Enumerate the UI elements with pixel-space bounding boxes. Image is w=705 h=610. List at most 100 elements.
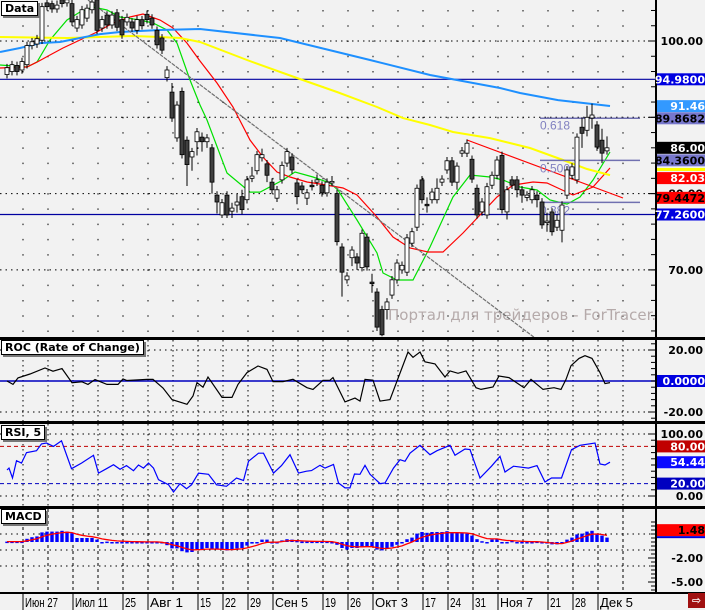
candle-body-down (319, 184, 325, 194)
exit-icon[interactable]: ⇨ (688, 593, 705, 608)
candle-body-up (524, 194, 530, 198)
x-axis-label: 17 (425, 595, 436, 610)
candle-body-up (194, 131, 200, 143)
macd-histogram-bar (515, 542, 519, 544)
candle-body-down (179, 90, 185, 156)
axis-tick-label: -20.00 (664, 406, 704, 419)
candle-body-up (359, 232, 365, 269)
candle-body-down (269, 181, 275, 191)
candle-body-down (214, 194, 220, 203)
axis-tick-label: 20.00 (668, 344, 703, 357)
candle-body-up (204, 137, 210, 143)
macd-histogram-bar (85, 538, 89, 542)
macd-histogram-bar (380, 542, 384, 551)
candle (39, 2, 45, 45)
candle-body-down (289, 156, 295, 171)
macd-histogram-bar (525, 542, 529, 544)
candle (179, 87, 185, 159)
macd-histogram-bar (395, 542, 399, 545)
macd-histogram-bar (460, 532, 464, 542)
axis-tick-label: 100.00 (661, 428, 704, 441)
candle (414, 184, 420, 231)
candle (564, 166, 570, 199)
candle (69, 0, 75, 26)
macd-histogram-bar (430, 532, 434, 542)
candle-body-up (274, 189, 280, 199)
macd-histogram-bar (390, 542, 394, 547)
candle-body-down (139, 19, 145, 27)
candle-body-up (124, 16, 130, 23)
candle-body-up (24, 45, 30, 66)
candle-body-up (254, 154, 260, 172)
candle-body-down (59, 0, 65, 5)
macd-histogram-bar (585, 531, 589, 542)
candle (334, 189, 340, 246)
candle-body-up (219, 202, 225, 216)
axis-marker-label: 80.00 (670, 440, 705, 453)
candle-body-up (79, 9, 85, 26)
candle-body-down (149, 17, 155, 26)
candle (404, 234, 410, 277)
macd-histogram-bar (210, 542, 214, 550)
macd-histogram-bar (485, 542, 489, 544)
candle (394, 259, 400, 284)
candle (364, 233, 370, 271)
x-axis-label: 15 (200, 595, 211, 610)
candle-body-down (519, 189, 525, 196)
candle-body-up (404, 237, 410, 273)
candle (499, 151, 505, 214)
candle (174, 101, 180, 142)
candle (389, 276, 395, 299)
macd-histogram-bar (80, 538, 84, 542)
candle-body-down (534, 194, 540, 201)
candle-body-up (454, 165, 460, 183)
axis-tick-label: 0.00 (676, 490, 703, 503)
axis-tick-label: -2.00 (671, 552, 703, 565)
candle-body-down (474, 187, 480, 216)
candle-body-up (74, 19, 80, 29)
macd-histogram-bar (505, 542, 509, 544)
candle-body-up (284, 151, 290, 164)
macd-histogram-bar (105, 541, 109, 544)
axis-marker-label: 79.4472 (655, 192, 705, 205)
macd-histogram-bar (365, 542, 369, 547)
candle (484, 182, 490, 219)
candle-body-down (424, 203, 430, 207)
macd-histogram-bar (240, 542, 244, 548)
macd-histogram-bar (265, 539, 269, 542)
x-axis-label: Июл 11 (75, 595, 108, 610)
axis-marker-label: 54.44 (670, 456, 705, 469)
candle-body-down (374, 291, 380, 328)
x-axis-label: Июн 27 (25, 595, 58, 610)
candle (594, 121, 600, 151)
candle-body-up (429, 191, 435, 201)
candle-body-up (9, 64, 15, 72)
candle-body-up (19, 61, 25, 71)
macd-histogram-bar (70, 533, 74, 542)
candle-body-up (234, 201, 240, 206)
candle-body-down (44, 2, 50, 8)
panel-separator (0, 506, 705, 509)
macd-histogram-bar (90, 538, 94, 542)
candle-body-up (134, 19, 140, 31)
candle-body-up (244, 179, 250, 201)
candle-body-down (154, 29, 160, 46)
candle-body-up (249, 175, 255, 179)
axis-marker-label: 89.8682 (655, 112, 705, 125)
chart-canvas: Портал для трейдеров - ForTracer.ru 0.618… (0, 0, 705, 610)
candle (119, 15, 125, 39)
axis-tick-label: -5.00 (671, 576, 703, 589)
x-axis-label: 31 (475, 595, 486, 610)
price-panel-title: Data (1, 1, 39, 16)
axis-marker-label: 0.0000 (663, 375, 705, 388)
candle-body-down (339, 246, 345, 273)
candle (94, 0, 100, 35)
candle-body-down (199, 136, 205, 143)
candle-body-down (114, 12, 120, 28)
candle-body-up (304, 192, 310, 199)
macd-histogram-bar (125, 542, 129, 544)
candle (24, 41, 30, 69)
candle-body-down (14, 65, 20, 72)
macd-histogram-bar (480, 541, 484, 543)
macd-histogram-bar (205, 542, 209, 548)
